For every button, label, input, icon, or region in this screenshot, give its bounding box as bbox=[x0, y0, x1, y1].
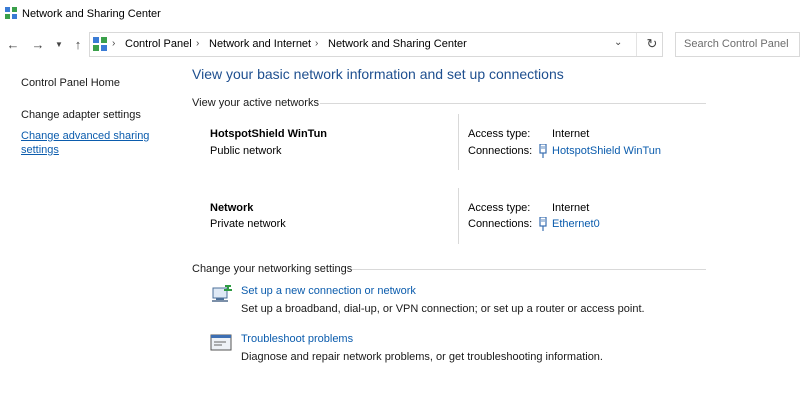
chevron-down-icon[interactable]: ⌄ bbox=[614, 37, 622, 48]
network-name: Network bbox=[210, 202, 254, 214]
network-divider bbox=[458, 188, 459, 244]
troubleshoot-icon bbox=[210, 334, 232, 351]
back-button[interactable]: ← bbox=[4, 37, 22, 53]
forward-button[interactable]: → bbox=[29, 37, 47, 53]
breadcrumb-separator-icon[interactable]: › bbox=[315, 38, 318, 49]
setup-connection-link[interactable]: Set up a new connection or network bbox=[241, 285, 416, 297]
breadcrumb-control-panel[interactable]: Control Panel bbox=[125, 38, 192, 50]
section-divider bbox=[352, 269, 706, 270]
change-adapter-settings-link[interactable]: Change adapter settings bbox=[21, 109, 141, 121]
breadcrumb-sharing-center[interactable]: Network and Sharing Center bbox=[328, 38, 467, 50]
section-divider bbox=[320, 103, 706, 104]
ethernet-icon bbox=[539, 144, 547, 158]
access-type-label: Access type: bbox=[468, 202, 531, 214]
up-button[interactable]: ↑ bbox=[69, 37, 87, 53]
window-title: Network and Sharing Center bbox=[22, 8, 161, 20]
breadcrumb-network-internet[interactable]: Network and Internet bbox=[209, 38, 311, 50]
title-bar: Network and Sharing Center bbox=[0, 0, 800, 30]
access-type-value: Internet bbox=[552, 202, 590, 214]
network-center-icon bbox=[5, 7, 17, 19]
refresh-icon[interactable]: ↻ bbox=[644, 36, 660, 52]
search-placeholder: Search Control Panel bbox=[684, 38, 789, 50]
connections-label: Connections: bbox=[468, 218, 533, 230]
network-name: HotspotShield WinTun bbox=[210, 128, 328, 140]
troubleshoot-description: Diagnose and repair network problems, or… bbox=[241, 351, 603, 363]
recent-locations-chevron-icon[interactable]: ▼ bbox=[50, 37, 68, 53]
troubleshoot-link[interactable]: Troubleshoot problems bbox=[241, 333, 353, 345]
new-connection-icon bbox=[212, 285, 232, 302]
control-panel-icon bbox=[93, 37, 107, 51]
change-advanced-sharing-link[interactable]: Change advanced sharing settings bbox=[21, 129, 161, 157]
change-settings-label: Change your networking settings bbox=[192, 263, 353, 275]
network-divider bbox=[458, 114, 459, 170]
page-title: View your basic network information and … bbox=[192, 66, 564, 82]
address-divider bbox=[636, 33, 637, 56]
network-category: Public network bbox=[210, 145, 282, 157]
setup-connection-description: Set up a broadband, dial-up, or VPN conn… bbox=[241, 303, 645, 315]
ethernet-icon bbox=[539, 217, 547, 231]
access-type-value: Internet bbox=[552, 128, 590, 140]
breadcrumb-separator-icon[interactable]: › bbox=[196, 38, 199, 49]
connection-link[interactable]: Ethernet0 bbox=[552, 218, 600, 230]
control-panel-home-link[interactable]: Control Panel Home bbox=[21, 77, 120, 89]
breadcrumb-separator-icon[interactable]: › bbox=[112, 38, 115, 49]
network-category: Private network bbox=[210, 218, 286, 230]
connection-link[interactable]: HotspotShield WinTun bbox=[552, 145, 661, 157]
access-type-label: Access type: bbox=[468, 128, 531, 140]
active-networks-label: View your active networks bbox=[192, 97, 319, 109]
connections-label: Connections: bbox=[468, 145, 533, 157]
